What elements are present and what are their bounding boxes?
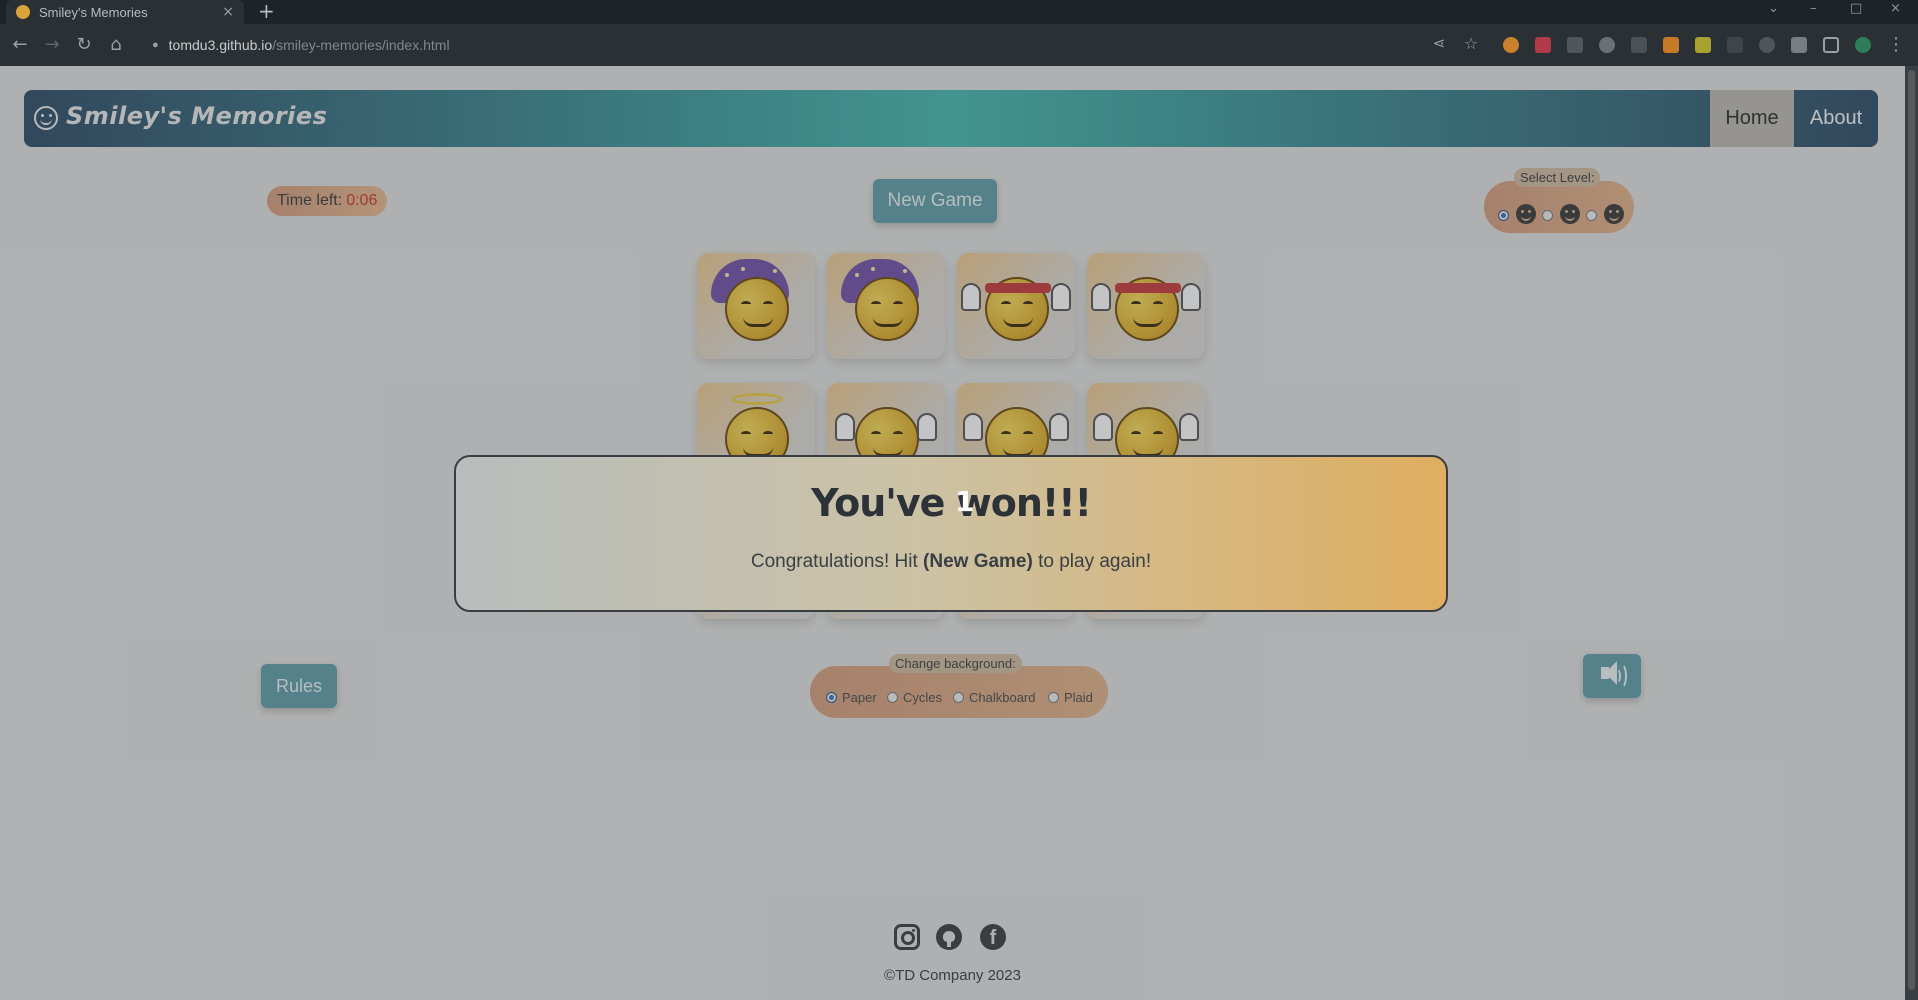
page-scrollbar[interactable] xyxy=(1905,66,1918,1000)
modal-message-start: Congratulations! Hit xyxy=(750,551,924,572)
bookmark-star-icon[interactable]: ☆ xyxy=(1460,34,1482,53)
minimize-icon[interactable]: – xyxy=(1810,1,1817,16)
favicon-icon xyxy=(16,5,30,19)
modal-message-end: to play again! xyxy=(1032,551,1152,572)
side-panel-icon[interactable] xyxy=(1823,37,1839,53)
page: Smiley's Memories Home About Time left: … xyxy=(0,66,1905,1000)
reload-icon[interactable]: ↻ xyxy=(73,34,95,55)
browser-menu-icon[interactable]: ⋮ xyxy=(1885,34,1907,55)
scrollbar-thumb[interactable] xyxy=(1908,70,1915,990)
back-icon[interactable]: ← xyxy=(9,34,31,55)
extension-icon[interactable] xyxy=(1535,37,1551,53)
extension-icon[interactable] xyxy=(1631,37,1647,53)
tab-close-icon[interactable]: × xyxy=(222,4,234,20)
extension-icon[interactable] xyxy=(1599,37,1615,53)
home-icon[interactable]: ⌂ xyxy=(105,34,127,55)
modal-title: You've won!!! xyxy=(811,481,1092,525)
extensions-puzzle-icon[interactable] xyxy=(1791,37,1807,53)
win-modal: You've won!!! 1 Congratulations! Hit (Ne… xyxy=(454,455,1448,612)
extension-icon[interactable] xyxy=(1759,37,1775,53)
modal-overlay-digit: 1 xyxy=(955,485,975,518)
modal-message-bold: (New Game) xyxy=(923,551,1033,572)
modal-message: Congratulations! Hit (New Game) to play … xyxy=(456,551,1446,573)
maximize-icon[interactable]: □ xyxy=(1850,1,1862,16)
url-path: /smiley-memories/index.html xyxy=(272,37,450,53)
lock-icon: ● xyxy=(152,39,159,51)
url-host: tomdu3.github.io xyxy=(168,37,273,53)
tab-search-icon[interactable]: ⌄ xyxy=(1768,1,1779,16)
tab-title: Smiley's Memories xyxy=(39,4,148,20)
extension-icon[interactable] xyxy=(1727,37,1743,53)
forward-icon[interactable]: → xyxy=(41,34,63,55)
browser-tab[interactable]: Smiley's Memories × xyxy=(6,0,244,24)
extension-icon[interactable] xyxy=(1695,37,1711,53)
share-icon[interactable]: ⋖ xyxy=(1428,34,1450,52)
window-close-icon[interactable]: × xyxy=(1890,1,1901,16)
profile-avatar[interactable] xyxy=(1855,37,1871,53)
extension-icon[interactable] xyxy=(1663,37,1679,53)
extension-icon[interactable] xyxy=(1503,37,1519,53)
browser-tabstrip: Smiley's Memories × + ⌄ – □ × xyxy=(0,0,1918,24)
extension-icon[interactable] xyxy=(1567,37,1583,53)
browser-toolbar: ← → ↻ ⌂ ● tomdu3.github.io /smiley-memor… xyxy=(0,24,1918,66)
new-tab-button[interactable]: + xyxy=(258,0,275,23)
address-bar[interactable]: ● tomdu3.github.io /smiley-memories/inde… xyxy=(138,32,1438,58)
